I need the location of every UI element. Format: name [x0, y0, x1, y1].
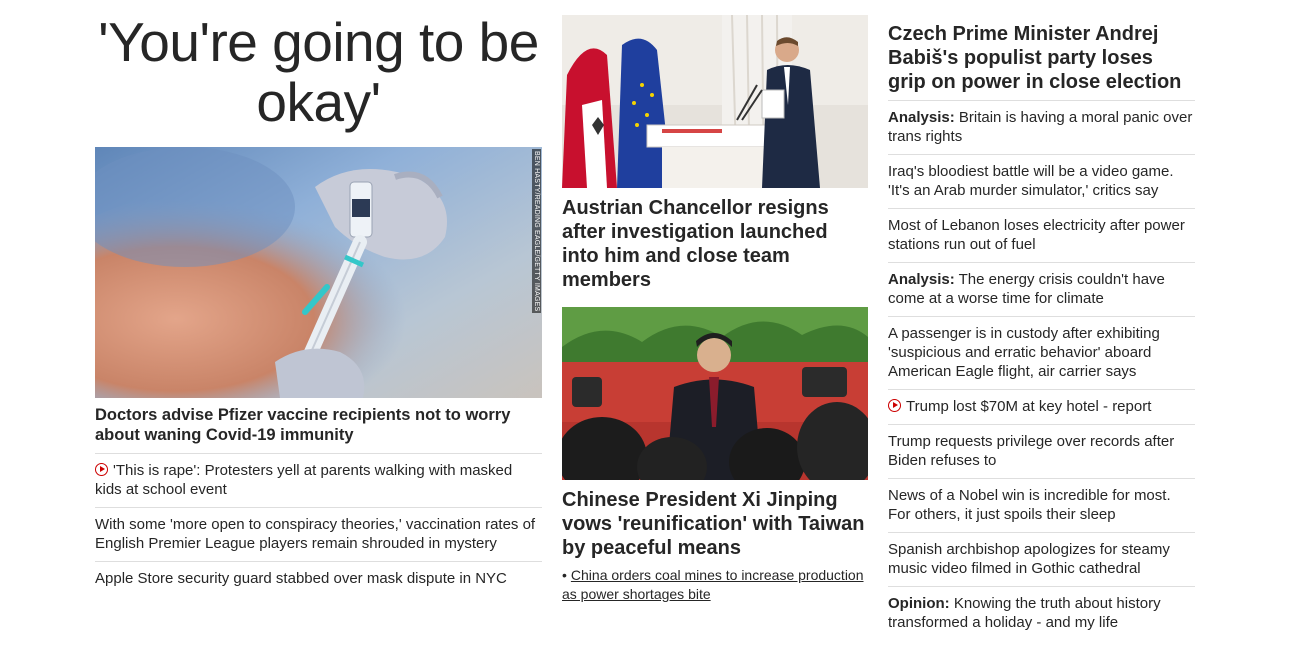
list-item[interactable]: Trump requests privilege over records af…: [888, 425, 1195, 479]
list-item[interactable]: Iraq's bloodiest battle will be a video …: [888, 155, 1195, 209]
video-play-icon: [888, 399, 901, 412]
list-item-text: Apple Store security guard stabbed over …: [95, 570, 507, 587]
lead-related-list: 'This is rape': Protesters yell at paren…: [95, 454, 542, 596]
story-card-xi: Chinese President Xi Jinping vows 'reuni…: [562, 307, 868, 604]
bullet-icon: •: [562, 567, 567, 583]
list-item-text: Trump lost $70M at key hotel - report: [906, 398, 1152, 415]
story-card-austria: Austrian Chancellor resigns after invest…: [562, 15, 868, 292]
xi-speech-photo: [562, 307, 868, 480]
hero-title[interactable]: 'You're going to be okay': [95, 12, 542, 147]
list-item[interactable]: Most of Lebanon loses electricity after …: [888, 209, 1195, 263]
news-page: 'You're going to be okay' BEN HASTY/READ…: [0, 0, 1290, 651]
right-column: Czech Prime Minister Andrej Babiš's popu…: [888, 22, 1195, 640]
czech-headline[interactable]: Czech Prime Minister Andrej Babiš's popu…: [888, 22, 1195, 101]
hero-image-vaccine[interactable]: BEN HASTY/READING EAGLE/GETTY IMAGES: [95, 147, 542, 398]
list-item-text: Spanish archbishop apologizes for steamy…: [888, 541, 1170, 577]
list-item-text: Most of Lebanon loses electricity after …: [888, 217, 1185, 253]
kicker-label: Analysis:: [888, 271, 955, 288]
xi-headline[interactable]: Chinese President Xi Jinping vows 'reuni…: [562, 488, 868, 560]
list-item[interactable]: Opinion: Knowing the truth about history…: [888, 587, 1195, 640]
list-item-text: News of a Nobel win is incredible for mo…: [888, 487, 1171, 523]
austria-chancellor-photo[interactable]: [562, 15, 868, 188]
list-item[interactable]: 'This is rape': Protesters yell at paren…: [95, 454, 542, 508]
coal-mines-link[interactable]: China orders coal mines to increase prod…: [562, 567, 864, 602]
list-item[interactable]: Trump lost $70M at key hotel - report: [888, 390, 1195, 425]
list-item-text: Iraq's bloodiest battle will be a video …: [888, 163, 1174, 199]
list-item-text: 'This is rape': Protesters yell at paren…: [95, 462, 513, 498]
vaccine-photo: [95, 147, 542, 398]
list-item[interactable]: Analysis: Britain is having a moral pani…: [888, 101, 1195, 155]
hero-headline[interactable]: Doctors advise Pfizer vaccine recipients…: [95, 405, 542, 454]
list-item[interactable]: A passenger is in custody after exhibiti…: [888, 317, 1195, 390]
list-item[interactable]: Spanish archbishop apologizes for steamy…: [888, 533, 1195, 587]
list-item-text: With some 'more open to conspiracy theor…: [95, 516, 536, 552]
lead-story-column: 'You're going to be okay' BEN HASTY/READ…: [95, 0, 542, 596]
list-item-text: Trump requests privilege over records af…: [888, 433, 1175, 469]
kicker-label: Opinion:: [888, 595, 950, 612]
austria-press-photo: [562, 15, 868, 188]
kicker-label: Analysis:: [888, 109, 955, 126]
video-play-icon: [95, 463, 108, 476]
image-credit: BEN HASTY/READING EAGLE/GETTY IMAGES: [532, 149, 541, 314]
list-item-text: A passenger is in custody after exhibiti…: [888, 325, 1160, 380]
xi-jinping-photo[interactable]: [562, 307, 868, 480]
list-item[interactable]: Apple Store security guard stabbed over …: [95, 562, 542, 596]
related-sublink: • China orders coal mines to increase pro…: [562, 566, 868, 604]
list-item[interactable]: Analysis: The energy crisis couldn't hav…: [888, 263, 1195, 317]
list-item[interactable]: News of a Nobel win is incredible for mo…: [888, 479, 1195, 533]
list-item[interactable]: With some 'more open to conspiracy theor…: [95, 508, 542, 562]
right-headlines-list: Analysis: Britain is having a moral pani…: [888, 101, 1195, 640]
austria-headline[interactable]: Austrian Chancellor resigns after invest…: [562, 196, 868, 292]
middle-column: Austrian Chancellor resigns after invest…: [562, 15, 868, 604]
